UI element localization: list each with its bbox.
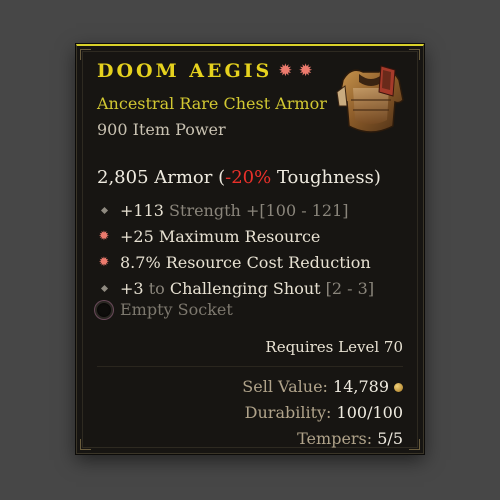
toughness-label: Toughness) (271, 167, 381, 188)
tempers-value: 5/5 (377, 429, 403, 448)
affix-row: ✹ 8.7% Resource Cost Reduction (97, 249, 374, 275)
affix-range: +[100 - 121] (245, 200, 349, 220)
chest-armor-icon (333, 60, 409, 140)
diamond-icon (97, 284, 111, 292)
diamond-icon (97, 206, 111, 214)
sell-value: 14,789 (333, 377, 389, 396)
star-icon: ✹ (278, 60, 293, 81)
item-power: 900 Item Power (97, 120, 226, 139)
durability-row: Durability: 100/100 (242, 400, 403, 426)
tempers-row: Tempers: 5/5 (242, 426, 403, 452)
affix-text: 8.7% Resource Cost Reduction (120, 252, 371, 272)
affix-stat: Challenging Shout (169, 278, 321, 298)
durability-value: 100/100 (336, 403, 403, 422)
level-requirement: Requires Level 70 (265, 338, 403, 356)
affix-stat: Strength (169, 200, 241, 220)
corner-ornament (80, 49, 91, 60)
affix-range: [2 - 3] (325, 278, 375, 298)
affix-row: +113 Strength +[100 - 121] (97, 197, 374, 223)
sell-value-row: Sell Value: 14,789 (242, 374, 403, 400)
divider (97, 366, 403, 367)
corner-ornament (80, 439, 91, 450)
sell-value-label: Sell Value: (242, 377, 328, 396)
armor-stat: 2,805 Armor (-20% Toughness) (97, 167, 381, 188)
socket-label: Empty Socket (120, 300, 233, 319)
greater-affix-icon: ✹ (98, 254, 110, 270)
toughness-change: -20% (225, 167, 272, 188)
armor-paren-open: ( (212, 167, 226, 188)
durability-label: Durability: (244, 403, 332, 422)
corner-ornament (409, 49, 420, 60)
socket-row: Empty Socket (95, 300, 233, 319)
affix-row: +3 to Challenging Shout [2 - 3] (97, 275, 374, 301)
affix-text: +25 Maximum Resource (120, 226, 321, 246)
item-footer: Sell Value: 14,789 Durability: 100/100 T… (242, 374, 403, 452)
empty-socket-icon (95, 300, 113, 319)
tempers-label: Tempers: (297, 429, 373, 448)
affix-value: +3 (120, 278, 144, 298)
gold-coin-icon (394, 383, 403, 392)
item-name: Doom Aegis (97, 60, 273, 82)
item-type: Ancestral Rare Chest Armor (97, 94, 327, 113)
armor-value: 2,805 Armor (97, 167, 213, 188)
item-tooltip: Doom Aegis ✹ ✹ Ancestral Rare Chest Armo… (76, 44, 424, 454)
star-icon: ✹ (298, 60, 313, 81)
corner-ornament (409, 439, 420, 450)
affix-list: +113 Strength +[100 - 121] ✹ +25 Maximum… (97, 197, 375, 301)
item-title-row: Doom Aegis ✹ ✹ (97, 60, 313, 82)
affix-value: +113 (120, 200, 164, 220)
greater-affix-icon: ✹ (98, 228, 110, 244)
affix-row: ✹ +25 Maximum Resource (97, 223, 374, 249)
affix-connector: to (148, 278, 165, 298)
